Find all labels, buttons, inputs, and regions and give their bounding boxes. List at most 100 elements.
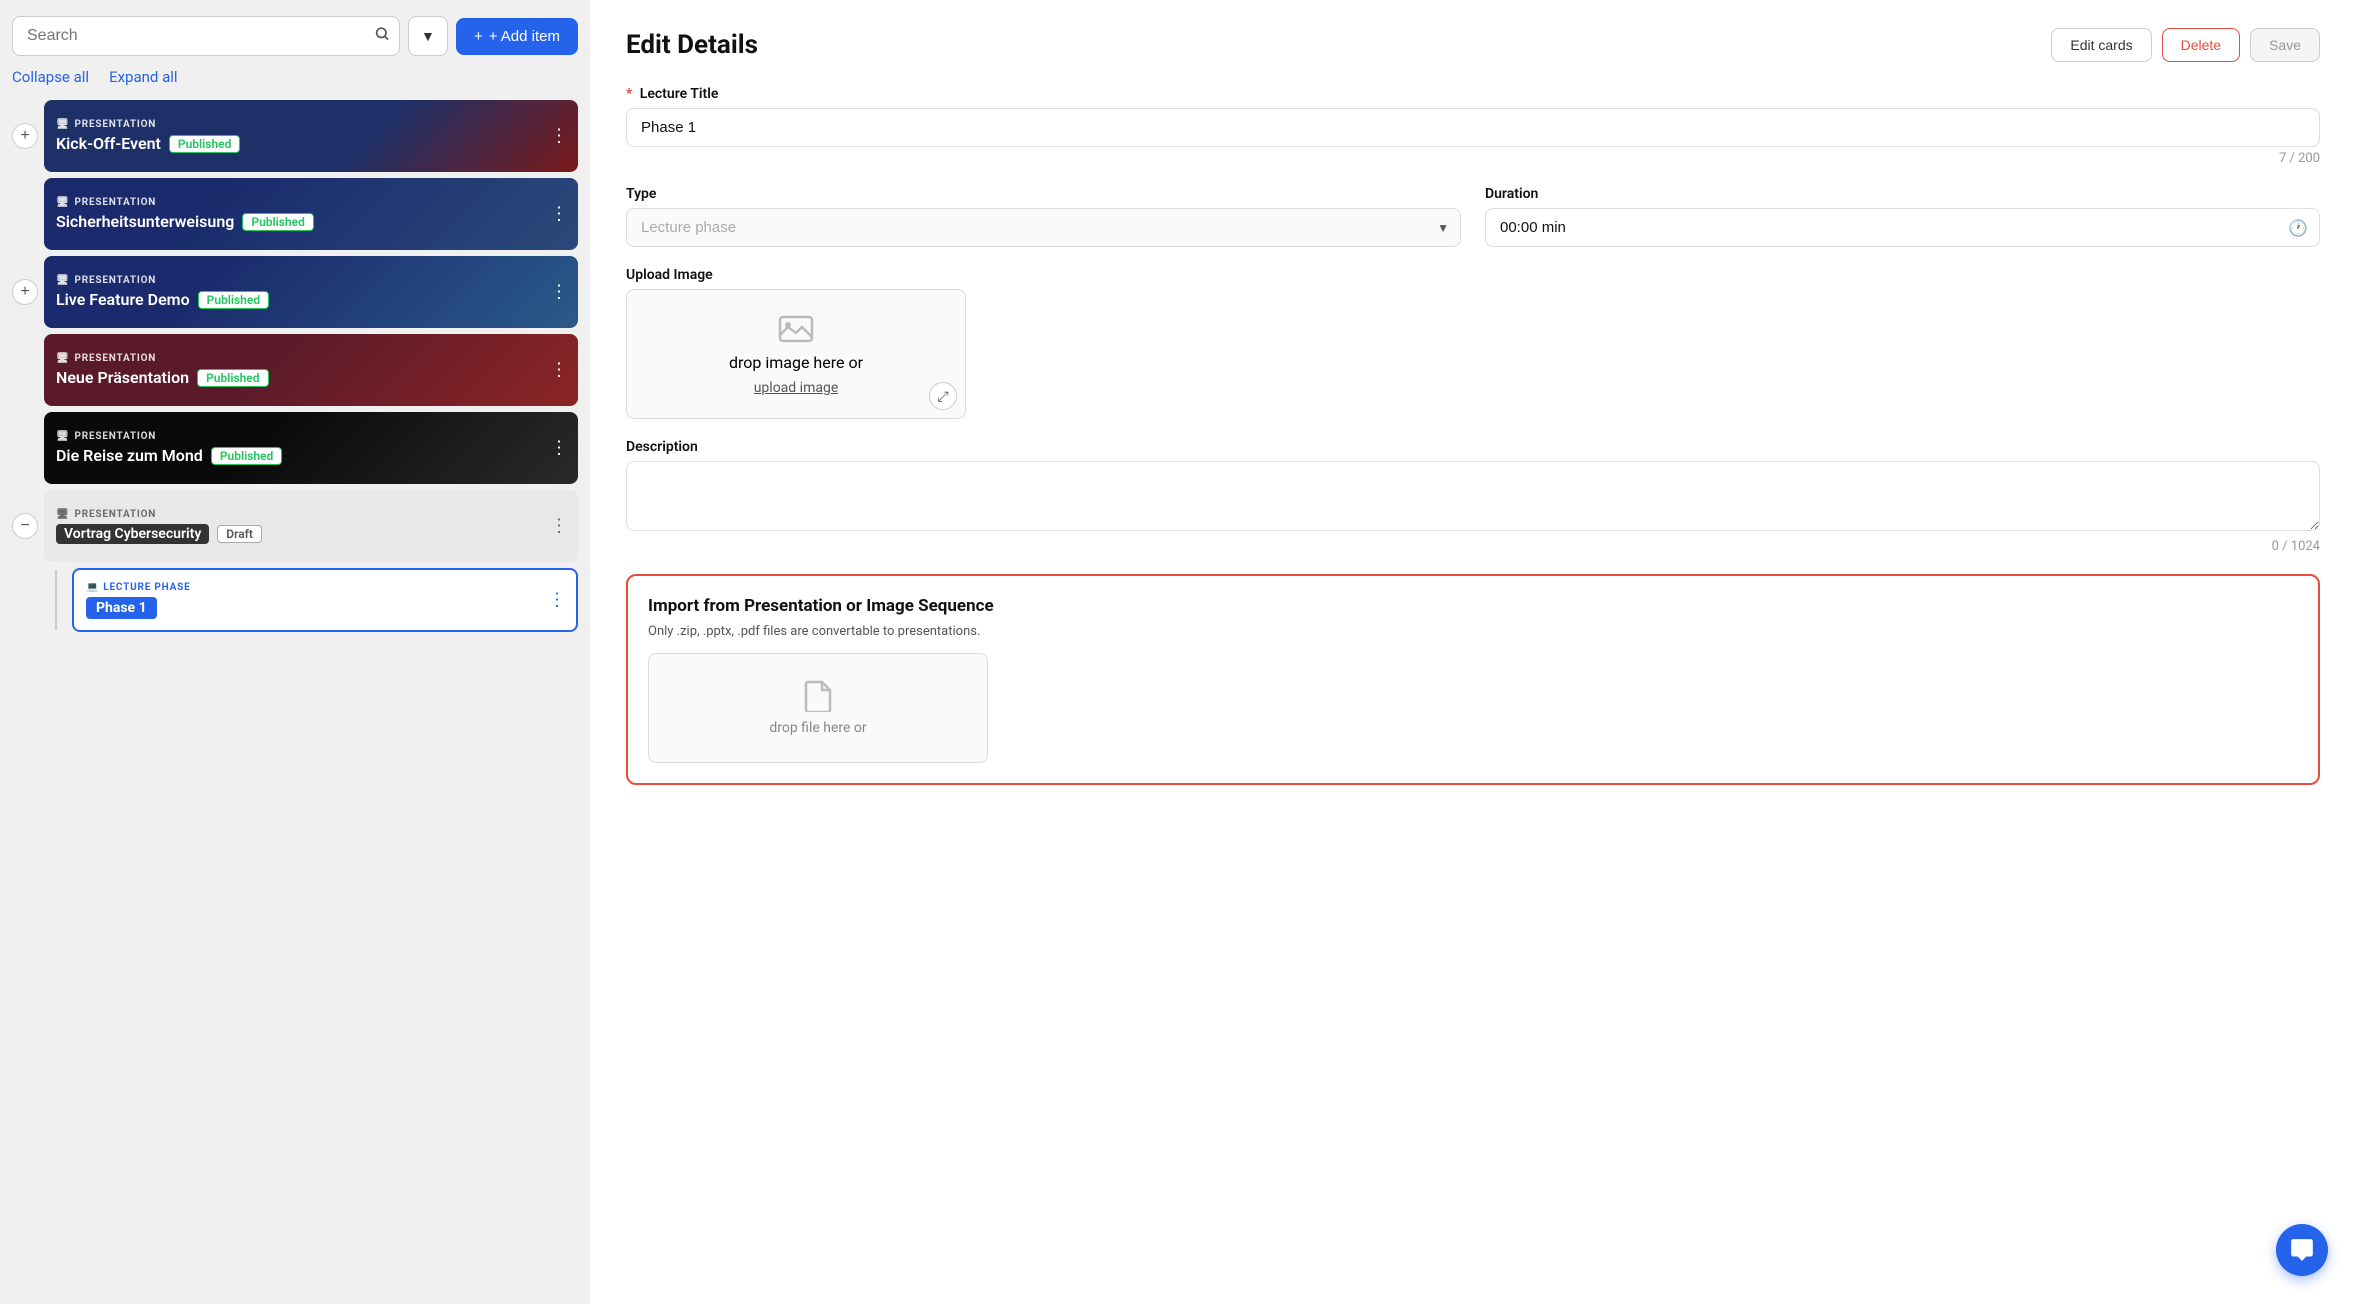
file-icon bbox=[804, 680, 832, 712]
upload-image-section: Upload Image drop image here or upload i… bbox=[626, 267, 2320, 419]
status-badge: Published bbox=[242, 213, 313, 231]
card-menu-button[interactable]: ⋮ bbox=[550, 126, 568, 147]
list-item: + 🖥 PRESENTATION Kick-Off-Event Publishe… bbox=[12, 100, 578, 172]
card-menu-button[interactable]: ⋮ bbox=[550, 516, 568, 537]
card-type-label: 🖥 PRESENTATION bbox=[56, 509, 156, 520]
card-menu-button[interactable]: ⋮ bbox=[550, 360, 568, 381]
status-badge: Published bbox=[198, 291, 269, 309]
lecture-menu-button[interactable]: ⋮ bbox=[548, 590, 566, 611]
presentation-card[interactable]: 🖥 PRESENTATION Live Feature Demo Publish… bbox=[44, 256, 578, 328]
presentation-card[interactable]: 🖥 PRESENTATION Kick-Off-Event Published … bbox=[44, 100, 578, 172]
status-badge: Draft bbox=[217, 525, 262, 543]
collapse-all-link[interactable]: Collapse all bbox=[12, 68, 89, 86]
monitor-icon: 🖥 bbox=[56, 509, 70, 520]
upload-image-label: Upload Image bbox=[626, 267, 2320, 283]
edit-actions: Edit cards Delete Save bbox=[2051, 28, 2320, 62]
image-icon bbox=[778, 313, 814, 345]
list-item: 🖥 PRESENTATION Die Reise zum Mond Publis… bbox=[12, 412, 578, 484]
search-input-wrap bbox=[12, 16, 400, 56]
monitor-icon: 🖥 bbox=[56, 119, 70, 130]
monitor-icon: 🖥 bbox=[56, 431, 70, 442]
card-type-label: 🖥 PRESENTATION bbox=[56, 197, 156, 208]
left-panel: ▼ + + Add item Collapse all Expand all +… bbox=[0, 0, 590, 1304]
save-button[interactable]: Save bbox=[2250, 28, 2320, 62]
add-item-label: + Add item bbox=[489, 28, 560, 45]
card-menu-button[interactable]: ⋮ bbox=[550, 438, 568, 459]
card-title: Kick-Off-Event Published bbox=[56, 134, 240, 153]
duration-input[interactable] bbox=[1485, 208, 2320, 247]
lecture-icon: 💻 bbox=[86, 582, 99, 593]
expand-button[interactable]: + bbox=[12, 123, 38, 149]
delete-button[interactable]: Delete bbox=[2162, 28, 2240, 62]
lecture-item-row: 💻 LECTURE PHASE Phase 1 ⋮ bbox=[12, 568, 578, 632]
add-item-button[interactable]: + + Add item bbox=[456, 18, 578, 55]
char-count: 7 / 200 bbox=[626, 151, 2320, 166]
description-section: Description 0 / 1024 bbox=[626, 439, 2320, 554]
presentation-card[interactable]: 🖥 PRESENTATION Neue Präsentation Publish… bbox=[44, 334, 578, 406]
filter-button[interactable]: ▼ bbox=[408, 16, 448, 56]
lecture-title-badge: Phase 1 bbox=[86, 593, 157, 619]
required-marker: * bbox=[626, 86, 632, 102]
lecture-title-label: * Lecture Title bbox=[626, 86, 2320, 102]
lecture-title-input[interactable] bbox=[626, 108, 2320, 147]
plus-icon: + bbox=[474, 28, 483, 45]
list-item: 🖥 PRESENTATION Sicherheitsunterweisung P… bbox=[12, 178, 578, 250]
status-badge: Published bbox=[211, 447, 282, 465]
status-badge: Published bbox=[197, 369, 268, 387]
card-type-label: 🖥 PRESENTATION bbox=[56, 431, 156, 442]
type-label: Type bbox=[626, 186, 1461, 202]
card-title: Live Feature Demo Published bbox=[56, 290, 269, 309]
card-title: Vortrag Cybersecurity Draft bbox=[56, 524, 262, 544]
list-area: + 🖥 PRESENTATION Kick-Off-Event Publishe… bbox=[12, 100, 578, 638]
desc-char-count: 0 / 1024 bbox=[626, 539, 2320, 554]
monitor-icon: 🖥 bbox=[56, 197, 70, 208]
search-input[interactable] bbox=[12, 16, 400, 56]
duration-wrap: 🕐 bbox=[1485, 208, 2320, 247]
import-drop-zone[interactable]: drop file here or bbox=[648, 653, 988, 763]
list-item: + 🖥 PRESENTATION Live Feature Demo Publi… bbox=[12, 256, 578, 328]
duration-label: Duration bbox=[1485, 186, 2320, 202]
collapse-expand-row: Collapse all Expand all bbox=[12, 68, 578, 86]
presentation-card[interactable]: 🖥 PRESENTATION Die Reise zum Mond Publis… bbox=[44, 412, 578, 484]
type-duration-row: Type Lecture phase ▼ Duration 🕐 bbox=[626, 186, 2320, 247]
expand-all-link[interactable]: Expand all bbox=[109, 68, 177, 86]
collapse-button[interactable]: − bbox=[12, 513, 38, 539]
edit-cards-button[interactable]: Edit cards bbox=[2051, 28, 2151, 62]
card-type-label: 🖥 PRESENTATION bbox=[56, 353, 156, 364]
import-subtitle: Only .zip, .pptx, .pdf files are convert… bbox=[648, 624, 2298, 639]
search-icon-button[interactable] bbox=[374, 26, 390, 47]
type-select-wrap: Lecture phase ▼ bbox=[626, 208, 1461, 247]
chat-icon bbox=[2289, 1237, 2315, 1263]
drop-image-text: drop image here or bbox=[729, 353, 863, 372]
monitor-icon: 🖥 bbox=[56, 275, 70, 286]
presentation-card[interactable]: 🖥 PRESENTATION Sicherheitsunterweisung P… bbox=[44, 178, 578, 250]
lecture-title: Phase 1 bbox=[86, 597, 157, 619]
card-title: Die Reise zum Mond Published bbox=[56, 446, 282, 465]
right-panel: Edit Details Edit cards Delete Save * Le… bbox=[590, 0, 2356, 1304]
description-textarea[interactable] bbox=[626, 461, 2320, 531]
card-menu-button[interactable]: ⋮ bbox=[550, 282, 568, 303]
list-item: − 🖥 PRESENTATION Vortrag Cybersecurity D… bbox=[12, 490, 578, 562]
status-badge: Published bbox=[169, 135, 240, 153]
import-title: Import from Presentation or Image Sequen… bbox=[648, 596, 2298, 616]
upload-image-link[interactable]: upload image bbox=[754, 380, 839, 396]
search-row: ▼ + + Add item bbox=[12, 16, 578, 56]
duration-col: Duration 🕐 bbox=[1485, 186, 2320, 247]
card-title: Neue Präsentation Published bbox=[56, 368, 269, 387]
description-label: Description bbox=[626, 439, 2320, 455]
page-title: Edit Details bbox=[626, 30, 758, 60]
card-type-label: 🖥 PRESENTATION bbox=[56, 119, 156, 130]
card-menu-button[interactable]: ⋮ bbox=[550, 204, 568, 225]
expand-button[interactable]: + bbox=[12, 279, 38, 305]
card-type-label: 🖥 PRESENTATION bbox=[56, 275, 156, 286]
lecture-card[interactable]: 💻 LECTURE PHASE Phase 1 ⋮ bbox=[72, 568, 578, 632]
upload-image-drop-zone[interactable]: drop image here or upload image ⤢ bbox=[626, 289, 966, 419]
type-col: Type Lecture phase ▼ bbox=[626, 186, 1461, 247]
expand-image-button[interactable]: ⤢ bbox=[929, 382, 957, 410]
lecture-type-label: 💻 LECTURE PHASE bbox=[86, 582, 191, 593]
type-select[interactable]: Lecture phase bbox=[626, 208, 1461, 247]
presentation-card[interactable]: 🖥 PRESENTATION Vortrag Cybersecurity Dra… bbox=[44, 490, 578, 562]
chat-button[interactable] bbox=[2276, 1224, 2328, 1276]
lecture-title-section: * Lecture Title 7 / 200 bbox=[626, 86, 2320, 166]
edit-header: Edit Details Edit cards Delete Save bbox=[626, 28, 2320, 62]
